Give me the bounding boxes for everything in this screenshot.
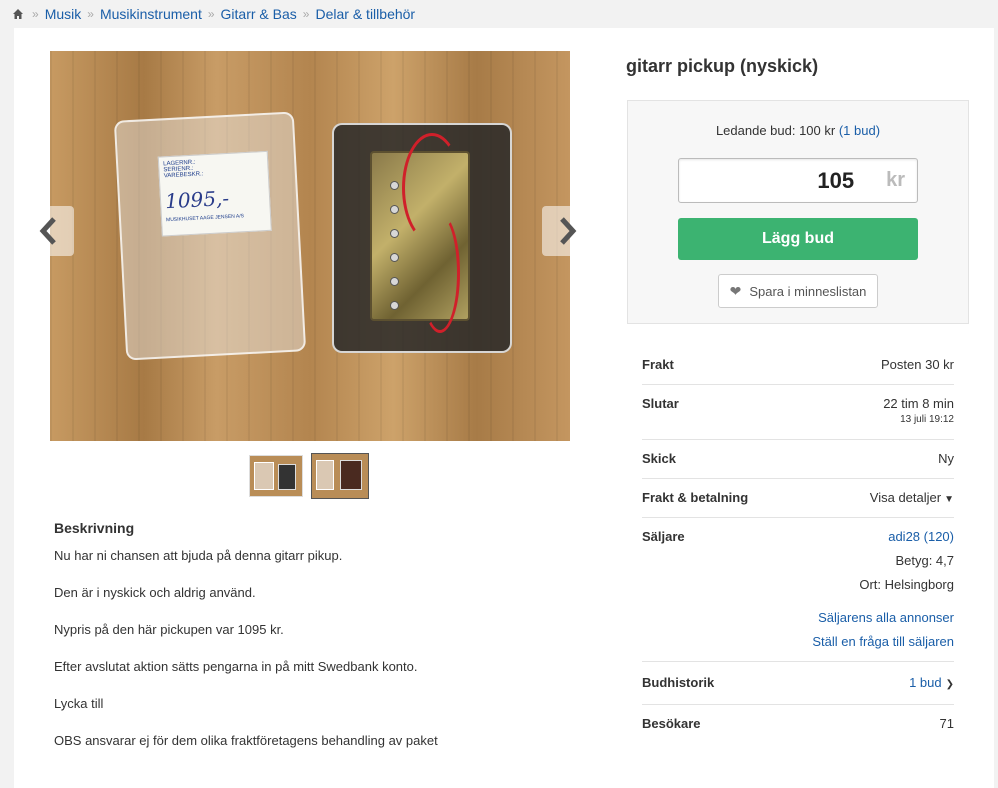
description-paragraph: OBS ansvarar ej för dem olika fraktföret… xyxy=(54,733,438,748)
detail-label: Säljare xyxy=(642,529,685,544)
description-section: Beskrivning Nu har ni chansen att bjuda … xyxy=(54,520,554,770)
detail-row-shipping-payment: Frakt & betalning Visa detaljer ▼ xyxy=(642,479,954,518)
chevron-right-icon xyxy=(560,217,577,245)
breadcrumb-separator: » xyxy=(302,7,310,21)
seller-rating: Betyg: 4,7 xyxy=(895,553,954,568)
chevron-left-icon xyxy=(39,217,56,245)
bid-history-link[interactable]: 1 bud ❯ xyxy=(909,675,954,690)
breadcrumb-link-musik[interactable]: Musik xyxy=(45,6,82,22)
description-paragraph: Efter avslutat aktion sätts pengarna in … xyxy=(54,659,418,674)
bid-amount-value[interactable]: 105 xyxy=(679,168,886,194)
show-details-toggle[interactable]: Visa detaljer ▼ xyxy=(870,490,954,505)
thumbnail-1[interactable] xyxy=(249,455,303,497)
thumbnail-2[interactable] xyxy=(311,453,369,499)
leading-bid-text: Ledande bud: 100 kr xyxy=(715,123,836,138)
details-list: Frakt Posten 30 kr Slutar 22 tim 8 min 1… xyxy=(642,346,954,743)
seller-name-link[interactable]: adi28 (120) xyxy=(888,529,954,544)
caret-down-icon: ▼ xyxy=(944,494,954,505)
detail-label: Frakt & betalning xyxy=(642,490,749,505)
detail-label: Frakt xyxy=(642,357,674,372)
handwritten-price: 1095,- xyxy=(164,185,230,214)
seller-all-listings-link[interactable]: Säljarens alla annonser xyxy=(818,610,954,625)
detail-label: Besökare xyxy=(642,716,701,731)
plastic-case-right xyxy=(332,123,512,353)
bid-amount-input[interactable]: 105 kr xyxy=(678,158,918,203)
detail-row-seller: Säljare adi28 (120) Betyg: 4,7 Ort: Hels… xyxy=(642,518,954,662)
detail-row-visitors: Besökare 71 xyxy=(642,705,954,743)
price-label-card: LAGERNR.: SERIENR.: VAREBESKR.: 1095,- M… xyxy=(157,150,272,237)
detail-row-ends: Slutar 22 tim 8 min 13 juli 19:12 xyxy=(642,385,954,440)
seller-location: Ort: Helsingborg xyxy=(859,577,954,592)
breadcrumb: » Musik » Musikinstrument » Gitarr & Bas… xyxy=(12,5,415,23)
breadcrumb-separator: » xyxy=(207,7,215,21)
detail-row-condition: Skick Ny xyxy=(642,440,954,479)
bid-currency-unit: kr xyxy=(886,169,905,191)
time-remaining: 22 tim 8 min xyxy=(883,396,954,411)
breadcrumb-link-musikinstrument[interactable]: Musikinstrument xyxy=(100,6,202,22)
bid-box: Ledande bud: 100 kr (1 bud) 105 kr Lägg … xyxy=(627,100,969,324)
description-paragraph: Nu har ni chansen att bjuda på denna git… xyxy=(54,548,343,563)
next-image-button[interactable] xyxy=(542,206,592,256)
detail-label: Skick xyxy=(642,451,676,466)
breadcrumb-separator: » xyxy=(87,7,94,21)
detail-value: Posten 30 kr xyxy=(881,357,954,372)
detail-label: Budhistorik xyxy=(642,675,715,690)
bid-history-value[interactable]: 1 bud xyxy=(909,675,942,690)
save-label: Spara i minneslistan xyxy=(749,283,867,299)
heart-icon: ❤ xyxy=(729,282,742,299)
description-paragraph: Den är i nyskick och aldrig använd. xyxy=(54,585,256,600)
thumbnail-strip xyxy=(249,453,369,499)
breadcrumb-link-delar-tillbehor[interactable]: Delar & tillbehör xyxy=(315,6,415,22)
save-to-watchlist-button[interactable]: ❤ Spara i minneslistan xyxy=(718,274,878,308)
breadcrumb-separator: » xyxy=(32,7,39,21)
bid-count-link[interactable]: (1 bud) xyxy=(839,123,880,138)
label-footer: MUSIKHUSET AAGE JENSEN A/S xyxy=(165,213,245,224)
detail-value: Ny xyxy=(938,451,954,466)
detail-value: 71 xyxy=(939,716,954,731)
end-datetime: 13 juli 19:12 xyxy=(900,414,954,425)
detail-row-bid-history: Budhistorik 1 bud ❯ xyxy=(642,662,954,705)
place-bid-button[interactable]: Lägg bud xyxy=(678,218,918,260)
prev-image-button[interactable] xyxy=(24,206,74,256)
pickup-image xyxy=(370,133,470,333)
plastic-case-left: LAGERNR.: SERIENR.: VAREBESKR.: 1095,- M… xyxy=(113,111,307,361)
description-heading: Beskrivning xyxy=(54,520,135,536)
leading-bid: Ledande bud: 100 kr (1 bud) xyxy=(628,123,968,138)
home-icon[interactable] xyxy=(12,8,24,20)
breadcrumb-link-gitarr-bas[interactable]: Gitarr & Bas xyxy=(221,6,297,22)
description-paragraph: Lycka till xyxy=(54,696,104,711)
detail-row-shipping: Frakt Posten 30 kr xyxy=(642,346,954,385)
show-details-label: Visa detaljer xyxy=(869,490,942,505)
description-paragraph: Nypris på den här pickupen var 1095 kr. xyxy=(54,622,284,637)
chevron-right-icon: ❯ xyxy=(945,679,954,690)
detail-label: Slutar xyxy=(642,396,679,411)
main-product-image[interactable]: LAGERNR.: SERIENR.: VAREBESKR.: 1095,- M… xyxy=(50,51,570,441)
listing-title: gitarr pickup (nyskick) xyxy=(626,56,819,76)
ask-seller-link[interactable]: Ställ en fråga till säljaren xyxy=(812,634,954,649)
listing-panel: LAGERNR.: SERIENR.: VAREBESKR.: 1095,- M… xyxy=(14,28,994,788)
